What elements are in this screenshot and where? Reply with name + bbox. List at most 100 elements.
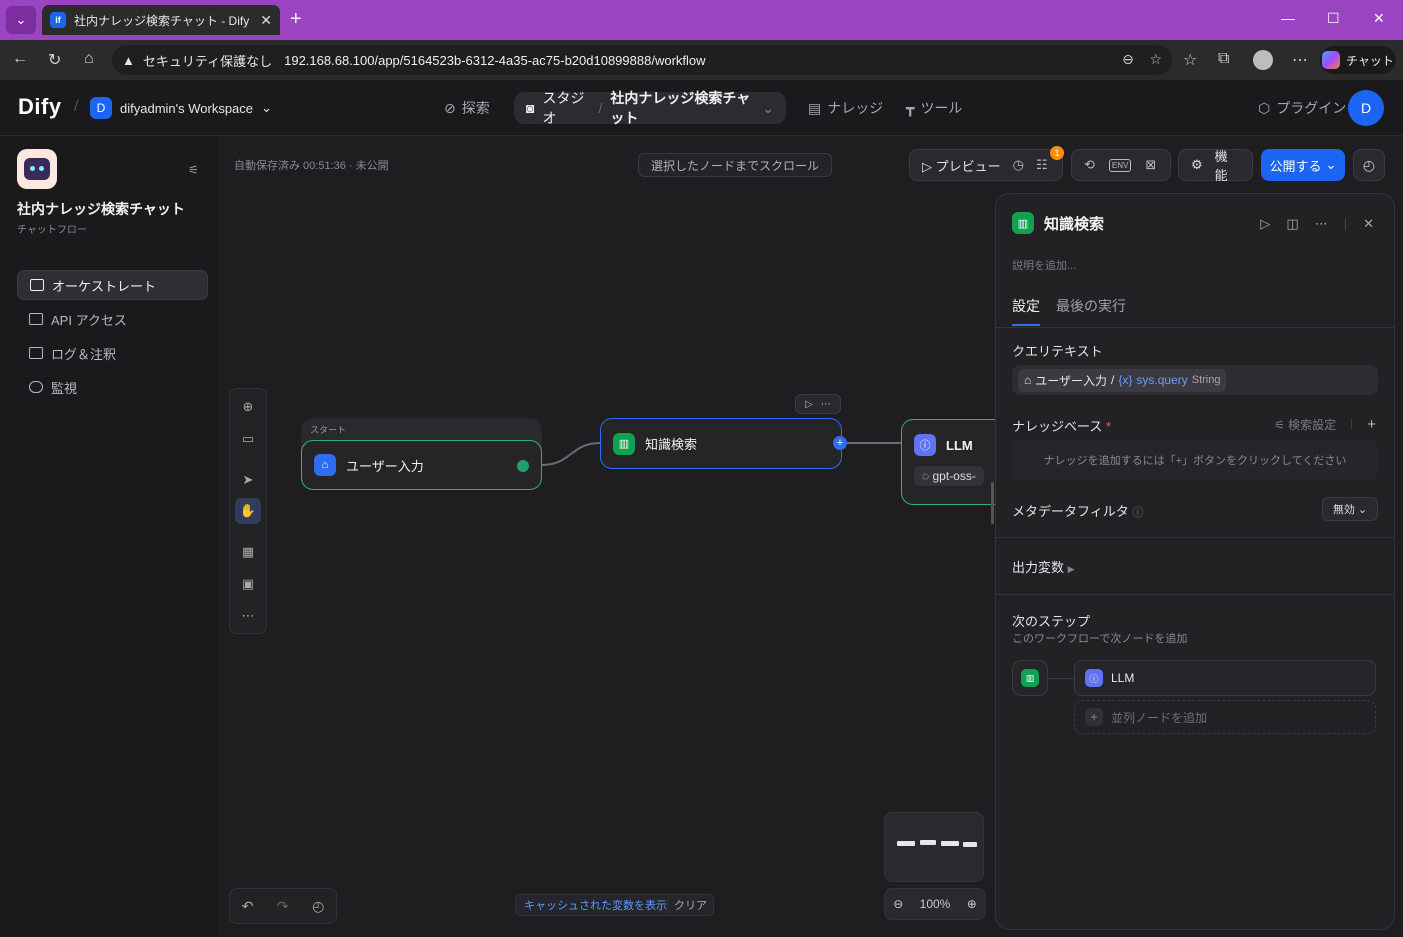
close-tab-icon[interactable]: ✕ (260, 12, 272, 29)
llm-node-label: LLM (946, 437, 973, 453)
browser-tab[interactable]: if 社内ナレッジ検索チャット - Dify ✕ (42, 5, 280, 35)
sidebar-menu: オーケストレート API アクセス ログ＆注釈 監視 (17, 270, 208, 406)
hammer-icon: ┳ (906, 99, 915, 116)
nav-tools[interactable]: ┳ ツール (906, 98, 962, 118)
panel-title[interactable]: 知識検索 (1044, 213, 1104, 234)
organize-icon[interactable]: ▦ (240, 544, 256, 560)
add-parallel-label: 並列ノードを追加 (1111, 710, 1208, 725)
dify-logo[interactable]: Dify (18, 94, 62, 120)
reader-icon[interactable]: ⊖ (1122, 51, 1134, 67)
sidebar-toggle-icon[interactable]: ⚟ (188, 163, 199, 177)
home-icon: ⌂ (314, 454, 336, 476)
add-next-node-icon[interactable]: + (833, 436, 847, 450)
checklist-history-icon[interactable]: ◷ (1013, 157, 1024, 173)
query-variable-field[interactable]: ⌂ ユーザー入力 / {x} sys.query String (1012, 365, 1378, 395)
node-settings-panel: ▥ 知識検索 ▷ ◫ ⋯ | ✕ 説明を追加... 設定 最後の実行 クエリテキ… (995, 193, 1395, 930)
start-node[interactable]: ⌂ ユーザー入力 (301, 440, 542, 490)
copilot-chat-button[interactable]: チャット (1320, 46, 1396, 74)
node-actions: ▷ ⋯ (795, 394, 841, 414)
app-icon (17, 149, 57, 189)
sidebar-item-monitoring[interactable]: 監視 (17, 372, 208, 402)
version-history-button[interactable]: ◴ (1353, 149, 1385, 181)
nav-knowledge[interactable]: ▤ ナレッジ (808, 98, 883, 118)
more-icon[interactable]: ⋯ (1315, 216, 1328, 232)
next-step-title: 次のステップ (1012, 614, 1091, 629)
kb-label: ナレッジベース * (1012, 416, 1111, 435)
zoom-in-icon[interactable]: ⊕ (967, 897, 977, 911)
undo-icon[interactable]: ↶ (242, 898, 254, 915)
home-icon[interactable]: ⌂ (84, 50, 94, 68)
more-icon[interactable]: ⋯ (240, 608, 256, 624)
favorite-star-icon[interactable]: ☆ (1149, 51, 1162, 67)
publish-button[interactable]: 公開する ⌄ (1261, 149, 1345, 181)
retrieval-settings-button[interactable]: ⚟ 検索設定 (1274, 416, 1336, 433)
more-icon[interactable]: ⋯ (1292, 50, 1308, 70)
next-node-llm[interactable]: ⓘ LLM (1074, 660, 1376, 696)
workspace-selector[interactable]: D difyadmin's Workspace ⌄ (90, 97, 272, 119)
success-check-icon (517, 460, 529, 472)
metadata-label-text: メタデータフィルタ (1012, 504, 1129, 519)
minimize-icon[interactable]: — (1281, 10, 1295, 26)
minimap-toggle-icon[interactable]: ▣ (240, 576, 256, 592)
zoom-out-icon[interactable]: ⊖ (893, 897, 903, 911)
app-type: チャットフロー (17, 225, 87, 236)
sidebar-item-label: オーケストレート (52, 278, 157, 294)
nav-studio-label: スタジオ (542, 90, 585, 126)
workflow-canvas[interactable]: 自動保存済み 00:51:36 · 未公開 選択したノードまでスクロール ▷ プ… (221, 137, 1403, 937)
description-input[interactable]: 説明を追加... (1012, 257, 1076, 273)
kb-empty-state: ナレッジを追加するには「+」ボタンをクリックしてください (1012, 440, 1378, 480)
knowledge-retrieval-node[interactable]: ▥ 知識検索 (600, 418, 842, 469)
env-icon[interactable]: ENV (1108, 158, 1132, 172)
conversation-vars-icon[interactable]: ⟲ (1084, 157, 1095, 173)
query-variable-type: String (1191, 374, 1221, 386)
minimap[interactable] (884, 812, 984, 882)
avatar[interactable]: D (1348, 90, 1384, 126)
node-more-icon[interactable]: ⋯ (821, 399, 831, 410)
url-bar[interactable]: ▲ セキュリティ保護なし 192.168.68.100/app/5164523b… (112, 45, 1172, 75)
checklist-icon[interactable]: ☷ (1036, 157, 1048, 173)
close-icon[interactable]: ✕ (1363, 216, 1374, 232)
features-button[interactable]: ⚙ 機能 (1178, 149, 1253, 183)
add-parallel-node-button[interactable]: + 並列ノードを追加 (1074, 700, 1376, 734)
global-vars-icon[interactable]: ⊠ (1145, 157, 1156, 173)
url-text[interactable]: 192.168.68.100/app/5164523b-6312-4a35-ac… (284, 53, 705, 68)
sidebar-item-orchestrate[interactable]: オーケストレート (17, 270, 208, 300)
reload-icon[interactable]: ↻ (48, 50, 61, 70)
close-window-icon[interactable]: ✕ (1373, 10, 1385, 27)
run-icon[interactable]: ▷ (1260, 216, 1270, 232)
kb-node-label: 知識検索 (645, 437, 698, 452)
output-vars-toggle[interactable]: 出力変数 ▶ (1012, 557, 1075, 576)
model-icon: ◌ (922, 469, 930, 483)
add-knowledge-icon[interactable]: + (1367, 416, 1376, 433)
sidebar-item-api-access[interactable]: API アクセス (17, 304, 208, 334)
edge-start-to-kb (541, 442, 601, 466)
sidebar-item-logs[interactable]: ログ＆注釈 (17, 338, 208, 368)
zoom-level[interactable]: 100% (920, 897, 951, 911)
profile-icon[interactable] (1253, 50, 1273, 70)
llm-icon: ⓘ (1085, 669, 1103, 687)
back-icon[interactable]: ← (12, 50, 28, 68)
divider: / (74, 98, 79, 115)
help-doc-icon[interactable]: ◫ (1286, 216, 1298, 232)
nav-plugins[interactable]: ⬡ プラグイン (1258, 98, 1346, 118)
redo-icon[interactable]: ↷ (277, 898, 289, 915)
address-toolbar: ← ↻ ⌂ ▲ セキュリティ保護なし 192.168.68.100/app/51… (0, 40, 1403, 80)
favorites-icon[interactable]: ☆ (1183, 50, 1197, 70)
query-variable-chip[interactable]: ⌂ ユーザー入力 / {x} sys.query String (1018, 368, 1227, 392)
history-icon[interactable]: ◴ (312, 898, 324, 915)
nav-explore[interactable]: ⊘ 探索 (444, 98, 490, 118)
log-icon (29, 347, 43, 359)
run-node-icon[interactable]: ▷ (805, 399, 813, 410)
screen-cast-icon[interactable]: ⧉ (1218, 50, 1229, 68)
clear-cache-button[interactable]: クリア (667, 894, 714, 916)
tab-list-button[interactable]: ⌄ (6, 6, 36, 34)
tab-last-run[interactable]: 最後の実行 (1056, 296, 1126, 326)
metadata-filter-select[interactable]: 無効 ⌄ (1322, 497, 1378, 521)
nav-studio[interactable]: ◙ スタジオ / 社内ナレッジ検索チャット ⌄ (514, 90, 786, 126)
tab-settings[interactable]: 設定 (1012, 296, 1040, 326)
show-cached-vars-button[interactable]: キャッシュされた変数を表示 (515, 894, 676, 916)
book-icon: ▥ (613, 432, 635, 455)
new-tab-icon[interactable]: + (290, 8, 302, 31)
maximize-icon[interactable]: ☐ (1327, 10, 1340, 27)
panel-resize-handle[interactable] (991, 482, 994, 524)
